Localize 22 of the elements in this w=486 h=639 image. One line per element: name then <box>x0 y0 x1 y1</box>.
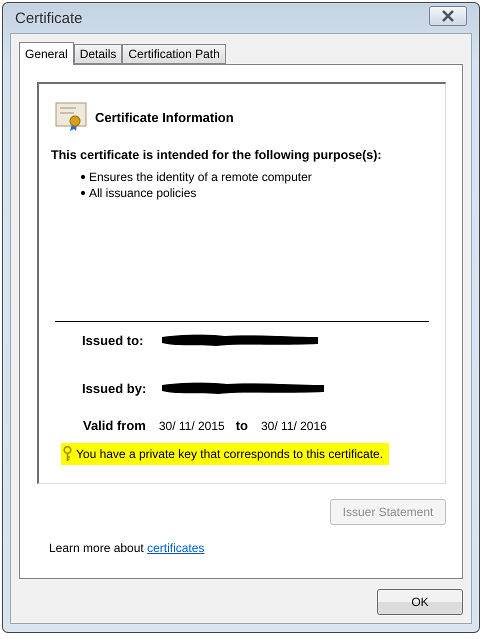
purpose-item: Ensures the identity of a remote computer <box>81 170 429 184</box>
close-button[interactable] <box>429 6 467 26</box>
key-icon <box>63 446 72 462</box>
certificates-link[interactable]: certificates <box>147 541 204 555</box>
valid-from-label: Valid from <box>83 418 146 433</box>
tab[interactable]: Details <box>74 44 122 64</box>
close-icon <box>441 10 455 22</box>
purpose-item: All issuance policies <box>81 186 429 200</box>
ok-button[interactable]: OK <box>377 589 463 615</box>
date-text: 30/ 11/ 2016 <box>260 418 327 432</box>
certificate-icon <box>55 102 87 132</box>
window-title: Certificate <box>15 10 83 26</box>
private-key-note: You have a private key that corresponds to this certificate. <box>61 443 390 465</box>
purpose-heading: This certificate is intended for the following purpose(s): <box>51 148 383 162</box>
field-label: Issued to: <box>82 332 144 348</box>
field-label: Issued by: <box>82 380 148 396</box>
tab[interactable]: Certification Path <box>122 44 226 64</box>
to-label: to <box>236 418 248 433</box>
learn-more-text: Learn more about <box>49 541 144 555</box>
tab[interactable]: General <box>19 42 74 65</box>
section-heading: Certificate Information <box>95 110 234 124</box>
date-text: 30/ 11/ 2015 <box>158 418 225 432</box>
